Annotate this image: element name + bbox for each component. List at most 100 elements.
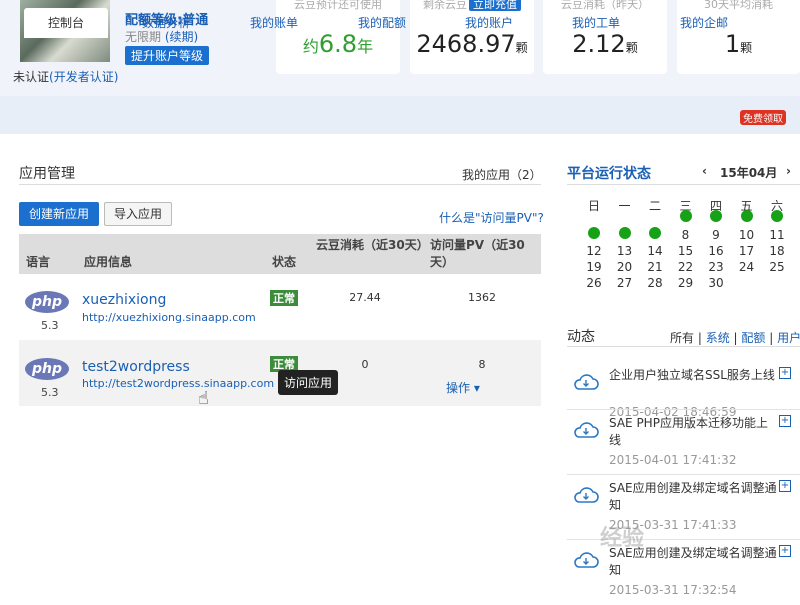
calendar-day: 27 xyxy=(616,276,633,290)
calendar-day: 11 xyxy=(769,228,785,242)
php-version: 5.3 xyxy=(41,319,59,332)
pv-value: 1362 xyxy=(468,291,496,304)
feed-title[interactable]: SAE PHP应用版本迁移功能上线 xyxy=(609,415,777,449)
platform-status-title: 平台运行状态 xyxy=(567,166,651,182)
verification-status: 未认证(开发者认证) xyxy=(13,70,119,84)
feed-item[interactable]: 企业用户独立域名SSL服务上线 2015-04-02 18:46:59 + xyxy=(567,367,800,419)
col-lang: 语言 xyxy=(26,255,51,269)
status-dot xyxy=(701,210,731,225)
app-management-title: 应用管理 xyxy=(19,166,75,182)
calendar-day: 24 xyxy=(738,260,755,274)
calendar-day: 8 xyxy=(681,228,690,242)
calendar-day: 13 xyxy=(616,244,633,258)
filter-all[interactable]: 所有 xyxy=(670,331,694,345)
status-dot xyxy=(762,210,792,225)
divider xyxy=(567,184,800,185)
app-name-link[interactable]: xuezhixiong xyxy=(82,292,166,308)
tab-tickets[interactable]: 我的工单 xyxy=(556,8,636,38)
beans-value: 27.44 xyxy=(349,291,381,304)
calendar-day: 10 xyxy=(738,228,755,242)
tab-analytics[interactable]: 数据分析 xyxy=(126,8,206,38)
divider xyxy=(567,346,800,347)
cloud-icon xyxy=(574,552,599,568)
expand-icon[interactable]: + xyxy=(779,480,791,492)
calendar-day: 21 xyxy=(647,260,663,274)
weekday-label: 一 xyxy=(618,199,631,213)
hand-cursor-icon: ☝ xyxy=(198,388,209,409)
main-tabs xyxy=(0,96,800,134)
col-status: 状态 xyxy=(272,255,297,269)
pv-help-link[interactable]: 什么是"访问量PV"? xyxy=(439,209,544,226)
filter-user[interactable]: 用户 xyxy=(777,331,800,345)
calendar-day: 29 xyxy=(677,276,694,290)
next-month-icon[interactable]: › xyxy=(786,164,791,178)
upgrade-account-button[interactable]: 提升账户等级 xyxy=(125,46,210,65)
expand-icon[interactable]: + xyxy=(779,367,791,379)
status-dot xyxy=(610,227,640,242)
status-dot xyxy=(732,210,762,225)
feed-title[interactable]: SAE应用创建及绑定域名调整通知 xyxy=(609,480,777,514)
divider xyxy=(567,409,800,410)
divider xyxy=(19,184,541,185)
calendar-day: 28 xyxy=(647,276,663,290)
activity-filters: 所有 | 系统 | 配额 | 用户 xyxy=(670,331,800,345)
developer-verify-link[interactable]: (开发者认证) xyxy=(49,70,118,84)
status-badge: 正常 xyxy=(270,290,298,306)
calendar-day: 12 xyxy=(586,244,602,258)
feed-item[interactable]: SAE应用创建及绑定域名调整通知 2015-03-31 17:32:54 + xyxy=(567,545,800,605)
calendar-day: 9 xyxy=(712,228,720,242)
col-info: 应用信息 xyxy=(84,255,133,269)
feed-title[interactable]: 企业用户独立域名SSL服务上线 xyxy=(609,367,777,384)
import-app-button[interactable]: 导入应用 xyxy=(104,202,172,226)
divider xyxy=(567,474,800,475)
calendar-day: 20 xyxy=(616,260,633,274)
col-beans: 云豆消耗（近30天） xyxy=(316,238,429,252)
feed-time: 2015-04-01 17:41:32 xyxy=(609,453,737,467)
calendar-day: 14 xyxy=(647,244,663,258)
beans-value: 0 xyxy=(361,358,369,371)
tab-console[interactable]: 控制台 xyxy=(24,8,108,38)
filter-system[interactable]: 系统 xyxy=(706,331,730,345)
tab-account[interactable]: 我的账户 xyxy=(449,8,529,38)
filter-quota[interactable]: 配额 xyxy=(741,331,765,345)
activity-title: 动态 xyxy=(567,329,595,345)
app-name-link[interactable]: test2wordpress xyxy=(82,359,190,375)
app-url-link[interactable]: http://test2wordpress.sinaapp.com xyxy=(82,377,274,390)
calendar-day: 26 xyxy=(586,276,602,290)
php-version: 5.3 xyxy=(41,386,59,399)
expand-icon[interactable]: + xyxy=(779,415,791,427)
watermark: 经验 xyxy=(600,526,645,551)
tab-billing[interactable]: 我的账单 xyxy=(234,8,314,38)
calendar-day: 25 xyxy=(769,260,785,274)
tab-enterprise-mail[interactable]: 我的企邮 xyxy=(664,8,744,38)
status-dot xyxy=(671,210,701,225)
calendar-day: 30 xyxy=(708,276,724,290)
col-pv: 访问量PV（近30天） xyxy=(430,238,525,269)
calendar-day: 15 xyxy=(677,244,694,258)
expand-icon[interactable]: + xyxy=(779,545,791,557)
feed-time: 2015-03-31 17:32:54 xyxy=(609,583,737,597)
prev-month-icon[interactable]: ‹ xyxy=(702,164,707,178)
operations-dropdown[interactable]: 操作 ▾ xyxy=(446,379,480,396)
cloud-icon xyxy=(574,487,599,503)
tab-quota[interactable]: 我的配额 xyxy=(342,8,422,38)
cloud-icon xyxy=(574,374,599,390)
calendar-day: 23 xyxy=(708,260,724,274)
feed-item[interactable]: SAE PHP应用版本迁移功能上线 2015-04-01 17:41:32 + xyxy=(567,415,800,480)
calendar-day: 22 xyxy=(677,260,694,274)
weekday-label: 日 xyxy=(587,199,600,213)
app-url-link[interactable]: http://xuezhixiong.sinaapp.com xyxy=(82,311,256,324)
php-logo-icon: php xyxy=(25,358,69,380)
cloud-icon xyxy=(574,422,599,438)
my-apps-count: 我的应用（2） xyxy=(462,168,542,182)
status-dot xyxy=(579,227,609,242)
status-dot xyxy=(640,227,670,242)
calendar-day: 17 xyxy=(738,244,755,258)
calendar-day: 18 xyxy=(769,244,785,258)
calendar-day: 19 xyxy=(586,260,602,274)
visit-app-tooltip: 访问应用 xyxy=(278,370,339,395)
weekday-label: 二 xyxy=(648,199,661,213)
free-claim-badge[interactable]: 免费领取 xyxy=(740,110,786,125)
calendar-day: 16 xyxy=(708,244,724,258)
create-app-button[interactable]: 创建新应用 xyxy=(19,202,99,226)
